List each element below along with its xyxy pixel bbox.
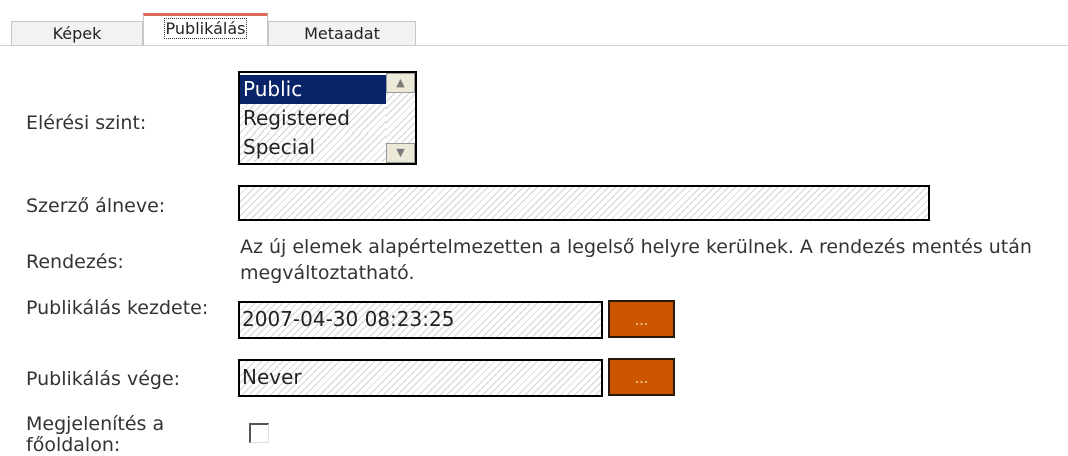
- tab-publikalas[interactable]: Publikálás: [143, 13, 268, 46]
- tab-metaadat-label: Metaadat: [304, 24, 380, 43]
- frontpage-label: Megjelenítés a főoldalon:: [26, 413, 165, 456]
- publish-down-input[interactable]: Never: [238, 359, 603, 397]
- tab-divider: [0, 45, 1068, 46]
- access-level-listbox[interactable]: Public Registered Special ▲ ▼: [238, 71, 417, 165]
- access-option-public[interactable]: Public: [240, 75, 387, 104]
- access-level-label: Elérési szint:: [26, 112, 147, 134]
- ordering-note: Az új elemek alapértelmezetten a legelső…: [240, 236, 1032, 284]
- tab-metaadat[interactable]: Metaadat: [268, 21, 416, 45]
- tab-strip: Képek Publikálás Metaadat: [0, 0, 1068, 46]
- scroll-down-icon[interactable]: ▼: [386, 143, 415, 163]
- tab-publikalas-label: Publikálás: [163, 18, 248, 39]
- ordering-label: Rendezés:: [26, 251, 124, 273]
- access-option-special[interactable]: Special: [240, 133, 387, 162]
- tab-kepek[interactable]: Képek: [11, 21, 143, 45]
- author-alias-input[interactable]: [238, 185, 930, 221]
- scroll-up-icon[interactable]: ▲: [386, 73, 415, 93]
- tab-kepek-label: Képek: [52, 24, 102, 43]
- frontpage-checkbox[interactable]: [249, 423, 269, 443]
- access-option-registered[interactable]: Registered: [240, 104, 387, 133]
- publish-up-calendar-button[interactable]: ...: [608, 300, 675, 338]
- publish-up-input[interactable]: 2007-04-30 08:23:25: [238, 301, 603, 339]
- author-alias-label: Szerző álneve:: [26, 195, 166, 217]
- listbox-scrollbar[interactable]: ▲ ▼: [386, 73, 415, 163]
- publish-down-label: Publikálás vége:: [26, 368, 181, 390]
- publish-down-calendar-button[interactable]: ...: [608, 358, 675, 396]
- publish-up-label: Publikálás kezdete:: [26, 297, 209, 319]
